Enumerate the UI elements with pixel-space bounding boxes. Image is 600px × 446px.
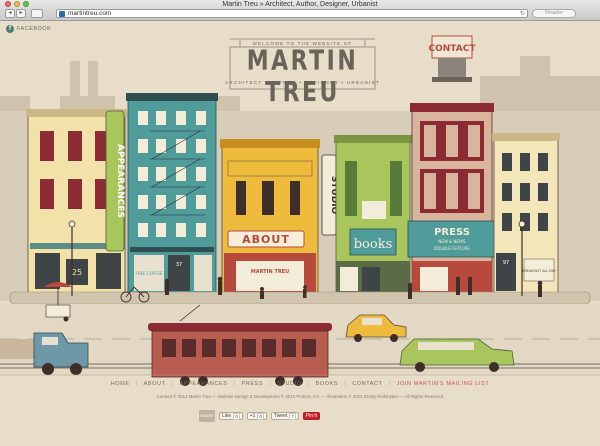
address-number-97: 97: [503, 260, 509, 266]
building-teal: FREE COFFEE 37: [126, 93, 218, 295]
plus-count: 0: [257, 412, 264, 420]
footer-link-studio[interactable]: STUDIO: [277, 381, 301, 387]
footer-link-home[interactable]: HOME: [111, 381, 130, 387]
footer-separator: |: [233, 381, 236, 387]
pin-label: Pin it: [305, 413, 317, 419]
like-count: 0: [233, 412, 240, 420]
tweet-label: Tweet: [273, 413, 288, 419]
footer-credits: Content © 2012 Martin Treu — Website Des…: [156, 394, 444, 399]
address-number-37: 37: [176, 262, 182, 268]
footer-link-contact[interactable]: CONTACT: [352, 381, 382, 387]
footer-link-about[interactable]: ABOUT: [144, 381, 166, 387]
address-bar[interactable]: martintreu.com ↻: [56, 9, 528, 18]
window-title: Martin Treu » Architect, Author, Designe…: [222, 1, 378, 8]
browser-chrome: Martin Treu » Architect, Author, Designe…: [0, 0, 600, 21]
martin-treu-storefront: MARTIN TREU: [224, 253, 316, 294]
share-bar: SHARE Like 0 +1 0 Tweet 7 Pin it: [199, 410, 320, 422]
site-title[interactable]: MARTIN TREU: [225, 46, 380, 109]
footer-separator: |: [388, 381, 391, 387]
footer-separator: |: [307, 381, 310, 387]
share-label: SHARE: [199, 410, 215, 422]
press-sign[interactable]: PRESS NEW & NEWS DOUBLE FEATURE: [407, 220, 497, 258]
breakfast-sign: BREAKFAST ALL DAY: [522, 269, 557, 273]
site-viewport: CONTACT 25 APPEARANCES FREE COFFEE 37 AB…: [0, 21, 600, 446]
like-label: Like: [222, 413, 232, 419]
facebook-icon: f: [6, 25, 14, 33]
about-sign[interactable]: ABOUT: [227, 230, 305, 248]
building-press: [410, 103, 494, 295]
site-subtitle: ARCHITECT • AUTHOR • DESIGNER • URBANIST: [225, 80, 380, 85]
pinterest-button[interactable]: Pin it: [302, 412, 320, 420]
tweet-button[interactable]: Tweet 7: [270, 412, 299, 420]
footer-link-mailing-list[interactable]: JOIN MARTIN'S MAILING LIST: [397, 381, 490, 387]
press-sign-sub2: DOUBLE FEATURE: [434, 246, 470, 251]
browser-toolbar: ◂ ▸ martintreu.com ↻ Reader: [0, 9, 600, 21]
footer-separator: |: [171, 381, 174, 387]
plus-label: +1: [249, 413, 256, 419]
footer-link-press[interactable]: PRESS: [242, 381, 264, 387]
coffee-sign: FREE COFFEE: [135, 271, 162, 276]
footer-link-appearances[interactable]: APPEARANCES: [180, 381, 228, 387]
footer-separator: |: [269, 381, 272, 387]
martin-treu-shop-sign: MARTIN TREU: [251, 269, 289, 275]
share-page-icon[interactable]: [31, 9, 43, 18]
footer-link-books[interactable]: BOOKS: [316, 381, 339, 387]
press-sign-sub: NEW & NEWS: [438, 239, 466, 244]
facebook-like-button[interactable]: Like 0: [219, 412, 243, 420]
about-sign-label: ABOUT: [242, 233, 290, 246]
building-right: 97 BREAKFAST ALL DAY: [492, 133, 560, 295]
site-favicon-icon: [59, 11, 65, 17]
footer-separator: |: [135, 381, 138, 387]
back-button[interactable]: ◂: [5, 9, 15, 18]
facebook-label: FACEBOOK: [17, 26, 52, 32]
lamp-left-icon: [68, 220, 76, 228]
facebook-link[interactable]: f FACEBOOK: [6, 25, 51, 33]
forward-button[interactable]: ▸: [16, 9, 26, 18]
footer-navigation: HOME | ABOUT | APPEARANCES | PRESS | STUDIO |…: [0, 381, 600, 387]
books-sign-label: books: [354, 237, 393, 252]
reload-icon[interactable]: ↻: [520, 10, 525, 18]
footer-separator: |: [344, 381, 347, 387]
reader-button[interactable]: Reader: [532, 9, 576, 18]
google-plus-button[interactable]: +1 0: [246, 412, 267, 420]
building-books: [334, 135, 412, 295]
url-text: martintreu.com: [68, 10, 112, 17]
lamp-right-icon: [518, 220, 526, 228]
press-sign-label: PRESS: [434, 227, 470, 238]
sidewalk: [9, 291, 591, 305]
books-sign[interactable]: books: [349, 228, 397, 256]
appearances-sign[interactable]: APPEARANCES: [105, 110, 125, 252]
tweet-count: 7: [289, 412, 296, 420]
contact-sign-label: CONTACT: [429, 44, 477, 54]
address-number-25: 25: [72, 268, 82, 277]
appearances-sign-label: APPEARANCES: [115, 144, 125, 218]
